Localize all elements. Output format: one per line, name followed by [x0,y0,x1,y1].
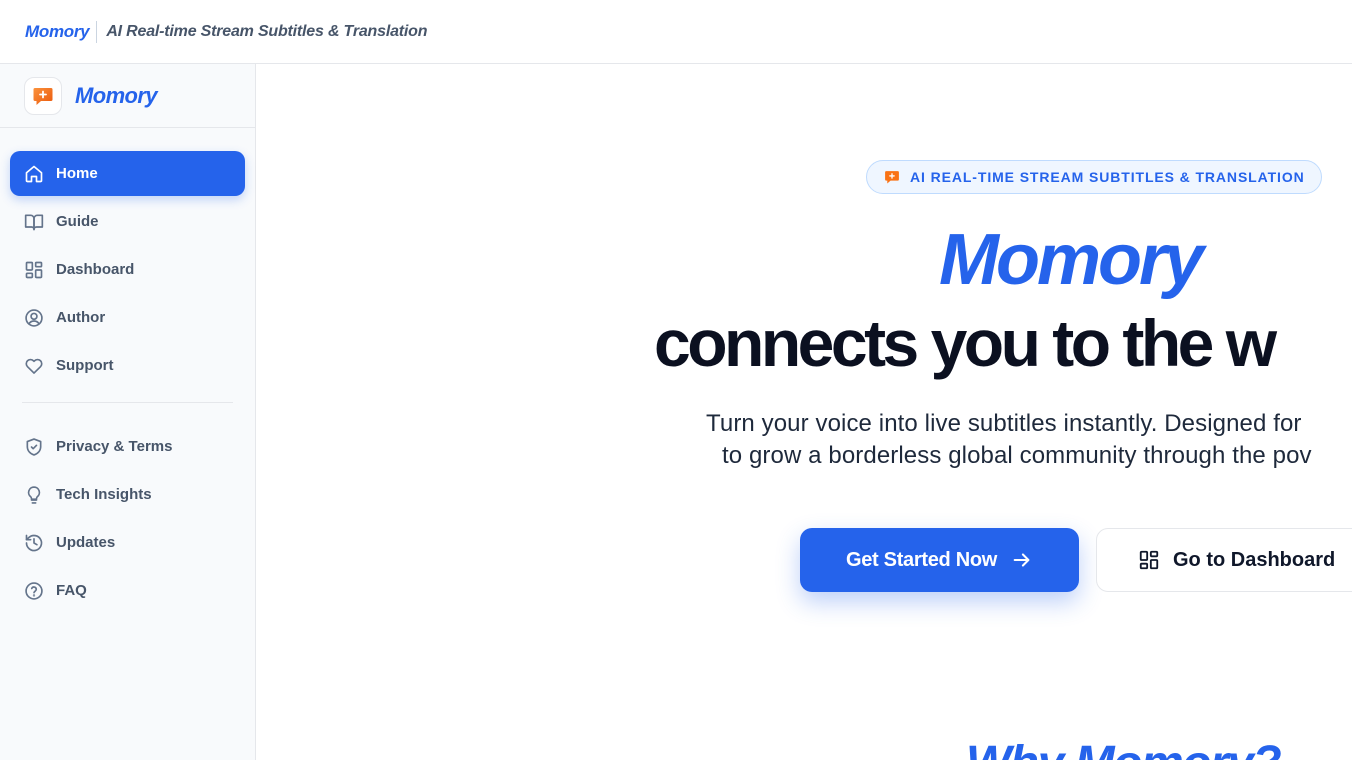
topbar-tagline: AI Real-time Stream Subtitles & Translat… [106,22,428,40]
sidebar-item-label: FAQ [56,582,87,599]
sidebar-item-updates[interactable]: Updates [10,520,245,565]
get-started-label: Get Started Now [845,548,998,571]
hero-subtitle-line1: Turn your voice into live subtitles inst… [706,410,1302,437]
sidebar-item-label: Support [56,357,114,374]
get-started-button[interactable]: Get Started Now [800,528,1079,592]
dashboard-icon [1138,549,1160,571]
sidebar-item-home[interactable]: Home [10,151,245,196]
user-circle-icon [24,308,44,328]
chat-spark-icon [885,171,899,184]
sidebar-header: Momory [0,64,255,128]
lightbulb-icon [24,485,44,505]
sidebar-item-faq[interactable]: FAQ [10,568,245,613]
sidebar-item-dashboard[interactable]: Dashboard [10,247,245,292]
app-logo[interactable] [24,76,62,115]
hero-subtitle-line2: to grow a borderless global community th… [722,442,1312,469]
sidebar-item-label: Home [56,165,98,182]
top-bar: Momory AI Real-time Stream Subtitles & T… [0,0,1352,64]
heart-icon [24,356,44,376]
main-content: AI REAL-TIME STREAM SUBTITLES & TRANSLAT… [256,64,1352,760]
sidebar-item-label: Privacy & Terms [56,438,173,455]
sidebar-item-label: Guide [56,213,99,230]
book-icon [24,212,44,232]
help-circle-icon [24,581,44,601]
hero-headline: connects you to the w [654,306,1277,380]
sidebar-item-label: Author [56,309,106,326]
shield-check-icon [24,437,44,457]
chat-spark-icon [33,87,53,105]
sidebar-divider [22,402,233,403]
sidebar-nav: Home Guide Dashboard Author Support Priv… [0,128,255,613]
sidebar-item-label: Tech Insights [56,486,152,503]
sidebar-item-tech-insights[interactable]: Tech Insights [10,472,245,517]
arrow-right-icon [1011,549,1033,571]
history-icon [24,533,44,553]
home-icon [24,164,44,184]
sidebar-item-author[interactable]: Author [10,295,245,340]
sidebar-item-guide[interactable]: Guide [10,199,245,244]
hero-brand: Momory [939,220,1204,300]
dashboard-icon [24,260,44,280]
sidebar-brand[interactable]: Momory [75,83,158,109]
go-to-dashboard-label: Go to Dashboard [1173,548,1336,571]
go-to-dashboard-button[interactable]: Go to Dashboard [1096,528,1352,592]
topbar-brand[interactable]: Momory [25,22,90,42]
hero-badge: AI REAL-TIME STREAM SUBTITLES & TRANSLAT… [866,160,1322,194]
sidebar-item-support[interactable]: Support [10,343,245,388]
sidebar-item-label: Updates [56,534,116,551]
sidebar-item-label: Dashboard [56,261,135,278]
topbar-separator [96,20,98,43]
hero-badge-text: AI REAL-TIME STREAM SUBTITLES & TRANSLAT… [910,169,1305,185]
sidebar: Momory Home Guide Dashboard Author Suppo… [0,64,256,760]
why-section-title: Why Momory? [966,740,1282,760]
sidebar-item-privacy-terms[interactable]: Privacy & Terms [10,424,245,469]
